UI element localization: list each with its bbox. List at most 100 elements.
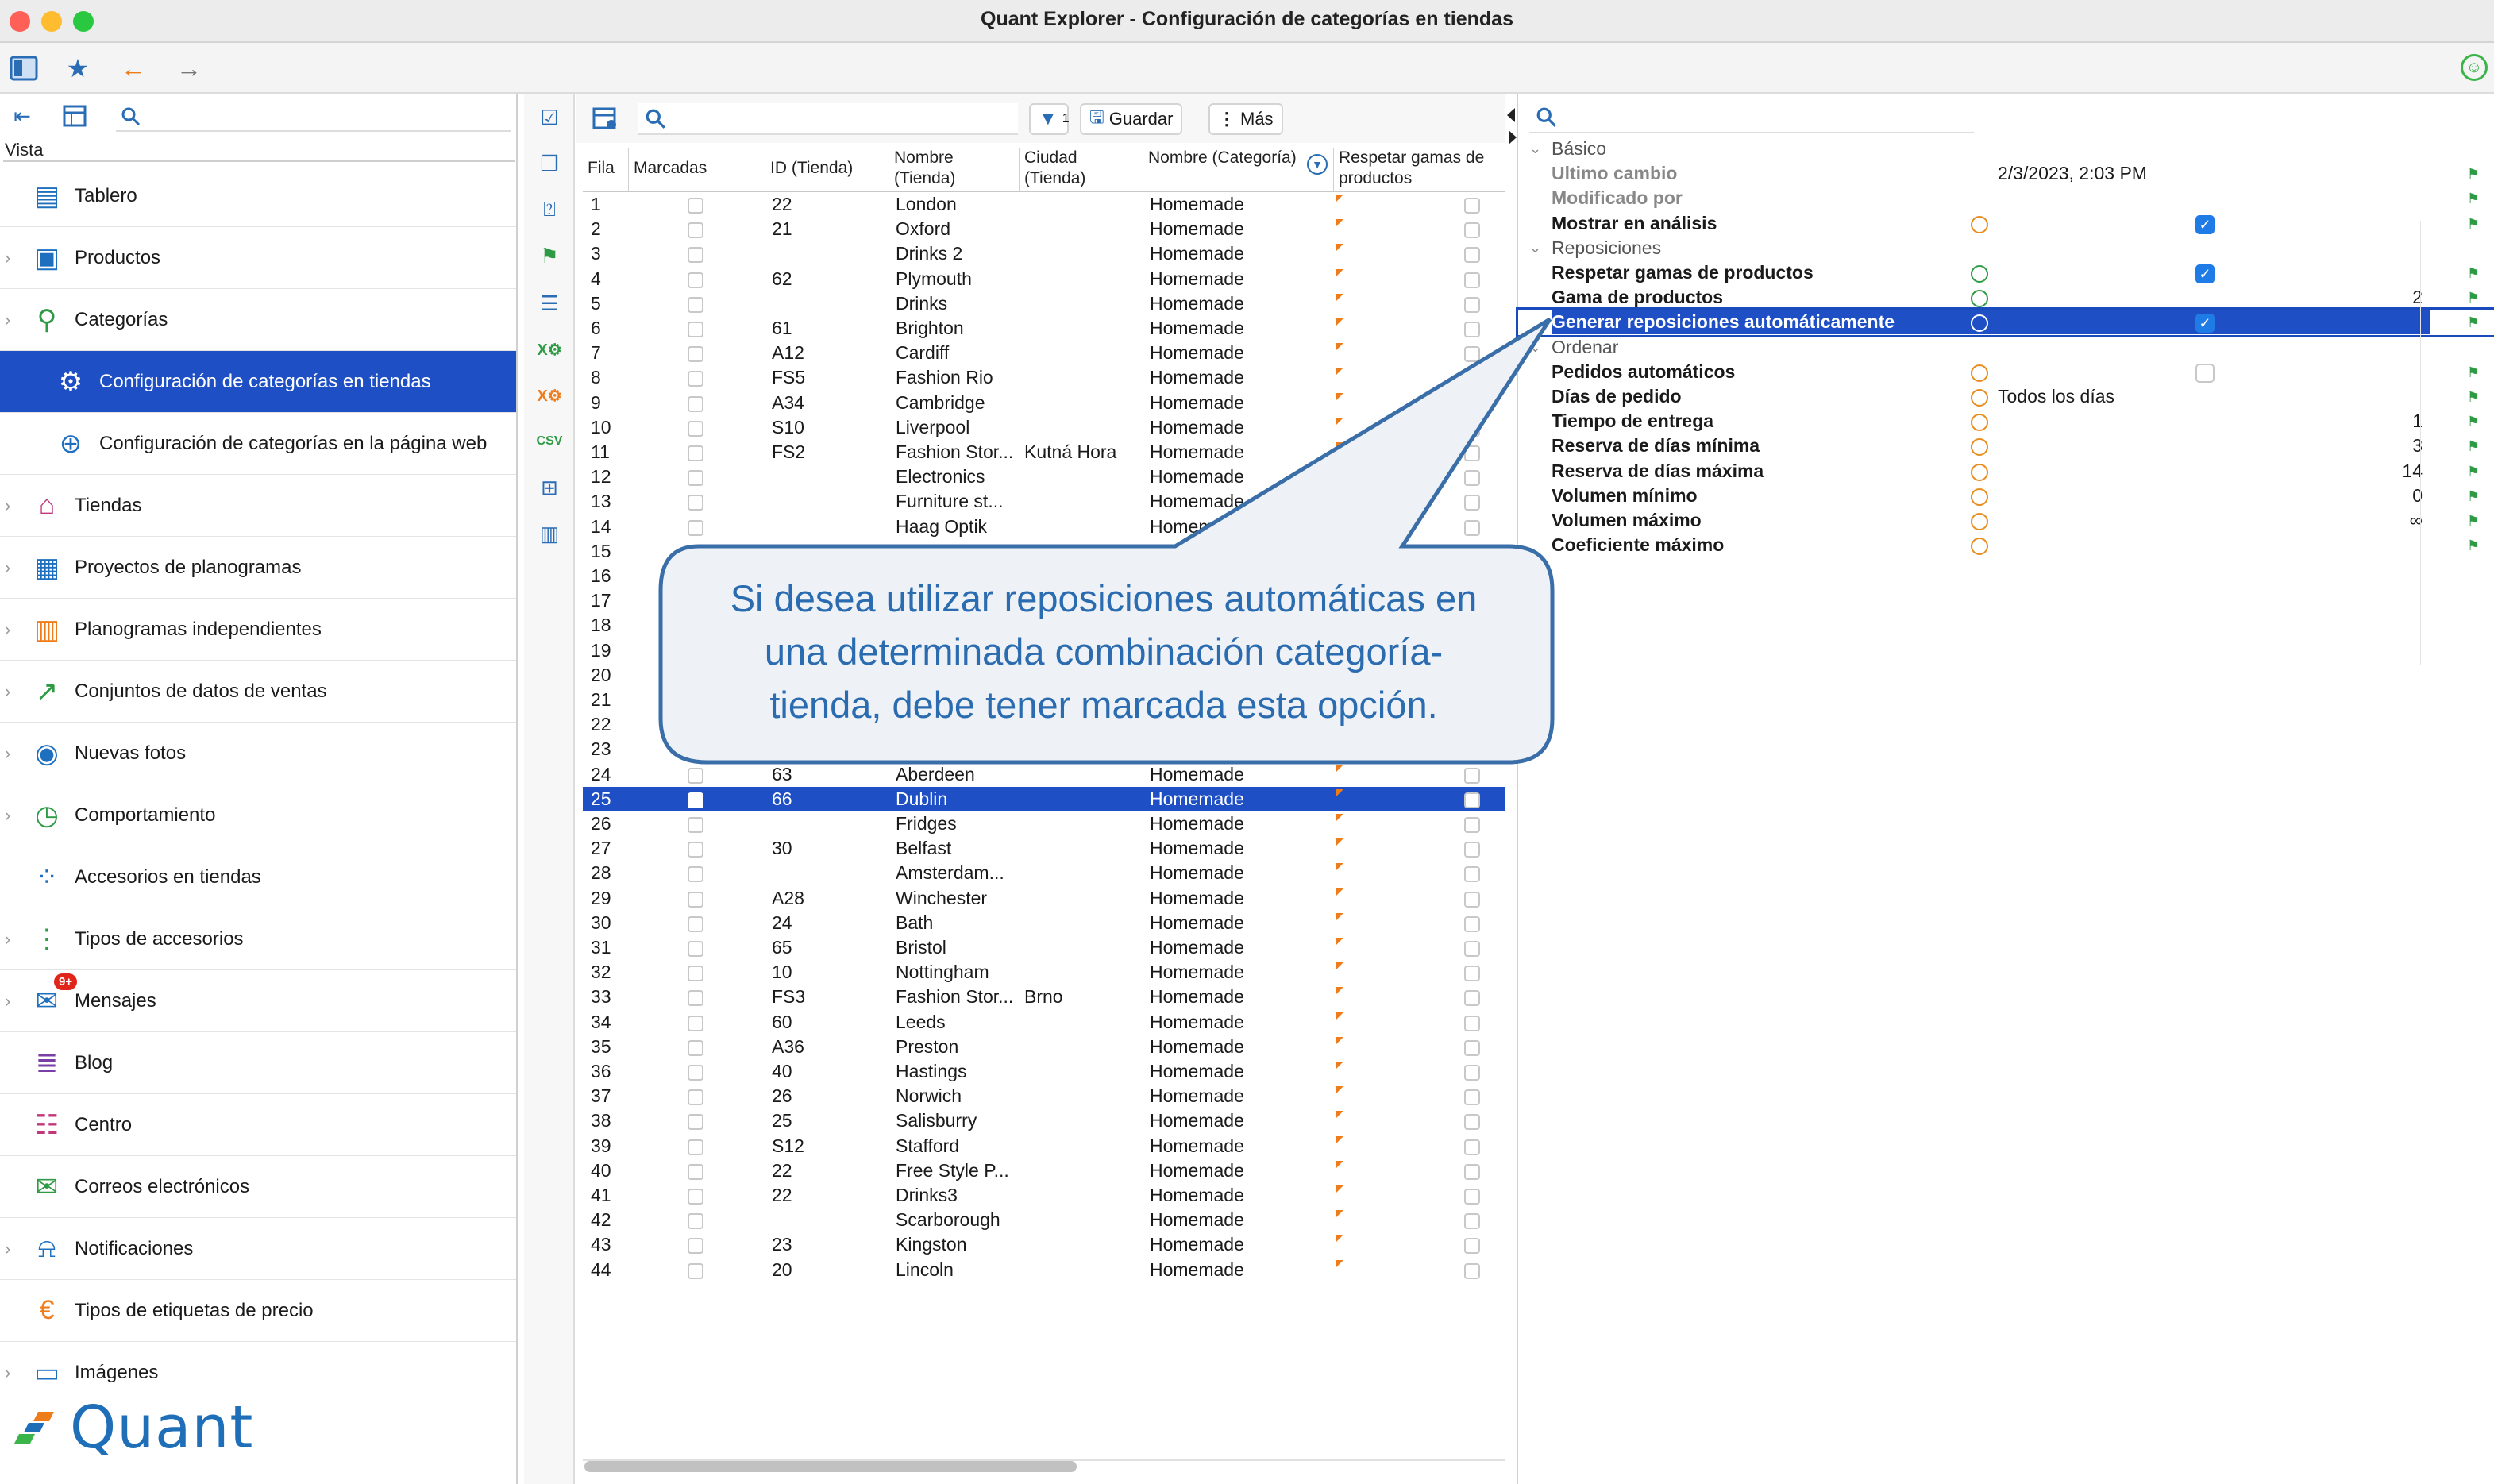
table-row[interactable]: 36 40 Hastings Homemade: [583, 1059, 1505, 1084]
marked-checkbox[interactable]: [688, 1089, 703, 1106]
property-row[interactable]: Generar reposiciones automáticamente ✓ ⚑: [1516, 307, 2494, 337]
table-row[interactable]: 23: [583, 737, 1505, 761]
sidebar-item-bell[interactable]: › ⍾ Notificaciones: [0, 1218, 516, 1280]
collapse-tree-icon[interactable]: ⇤: [6, 100, 38, 132]
apply-flag-icon[interactable]: ⚑: [2467, 216, 2483, 232]
marked-checkbox[interactable]: [688, 1189, 703, 1205]
apply-flag-icon[interactable]: ⚑: [2467, 191, 2483, 206]
chevron-right-icon[interactable]: ›: [5, 991, 10, 1012]
marked-checkbox[interactable]: [688, 767, 703, 784]
override-value-icon[interactable]: [1971, 463, 1988, 481]
chevron-down-icon[interactable]: ⌄: [1529, 137, 1541, 161]
property-number-value[interactable]: 2: [2412, 285, 2423, 310]
table-row[interactable]: 38 25 Salisburry Homemade: [583, 1108, 1505, 1133]
marked-checkbox[interactable]: [688, 817, 703, 833]
respect-ranges-checkbox[interactable]: [1464, 966, 1480, 982]
property-row[interactable]: Volumen máximo ∞ ⚑: [1518, 508, 2494, 533]
marked-checkbox[interactable]: [688, 198, 703, 214]
override-value-icon[interactable]: [1971, 513, 1988, 530]
marked-checkbox[interactable]: [688, 272, 703, 288]
property-value[interactable]: 2/3/2023, 2:03 PM: [1998, 161, 2147, 186]
sidebar-item-globe-gear[interactable]: ⊕ Configuración de categorías en la págin…: [0, 413, 516, 475]
save-button[interactable]: 🖫 Guardar: [1080, 103, 1183, 135]
respect-ranges-checkbox[interactable]: [1464, 247, 1480, 264]
table-row[interactable]: 32 10 Nottingham Homemade: [583, 960, 1505, 985]
respect-ranges-checkbox[interactable]: [1464, 792, 1480, 808]
back-arrow-icon[interactable]: ←: [118, 52, 149, 84]
property-checkbox[interactable]: ✓: [2195, 314, 2215, 333]
table-row[interactable]: 42 Scarborough Homemade: [583, 1208, 1505, 1232]
collapse-right-arrow-icon[interactable]: [1509, 130, 1517, 145]
override-value-icon[interactable]: [1971, 414, 1988, 432]
respect-ranges-checkbox[interactable]: [1464, 495, 1480, 511]
sidebar-search-input[interactable]: [116, 102, 511, 132]
column-header-row-number[interactable]: Fila: [583, 148, 629, 191]
respect-ranges-checkbox[interactable]: [1464, 767, 1480, 784]
table-row[interactable]: 3 Drinks 2 Homemade: [583, 241, 1505, 266]
sidebar-item-sales-data[interactable]: › ↗ Conjuntos de datos de ventas: [0, 661, 516, 723]
marked-checkbox[interactable]: [688, 1213, 703, 1230]
chevron-down-icon[interactable]: ⌄: [1529, 335, 1541, 360]
table-row[interactable]: 10 S10 Liverpool Homemade: [583, 415, 1505, 440]
property-row[interactable]: Tiempo de entrega 1 ⚑: [1518, 409, 2494, 434]
chevron-right-icon[interactable]: ›: [5, 310, 10, 330]
respect-ranges-checkbox[interactable]: [1464, 222, 1480, 239]
marked-checkbox[interactable]: [688, 1262, 703, 1279]
override-value-icon[interactable]: [1971, 538, 1988, 556]
sidebar-item-clock[interactable]: › ◷ Comportamiento: [0, 784, 516, 846]
sidebar-item-store[interactable]: › ⌂ Tiendas: [0, 475, 516, 537]
column-header-store-id[interactable]: ID (Tienda): [765, 148, 889, 191]
toggle-sidebar-icon[interactable]: [8, 52, 40, 84]
apply-flag-icon[interactable]: ⚑: [2467, 314, 2483, 330]
table-row[interactable]: 25 66 Dublin Homemade: [583, 786, 1505, 811]
respect-ranges-checkbox[interactable]: [1464, 891, 1480, 908]
table-row[interactable]: 12 Electronics Homemade: [583, 464, 1505, 489]
sidebar-item-image[interactable]: › ▭ Imágenes: [0, 1342, 516, 1382]
chevron-down-icon[interactable]: ⌄: [1529, 236, 1541, 260]
apply-flag-icon[interactable]: ⚑: [2467, 538, 2483, 553]
apply-flag-icon[interactable]: ⚑: [2467, 364, 2483, 380]
table-row[interactable]: 9 A34 Cambridge Homemade: [583, 391, 1505, 415]
property-row[interactable]: Volumen mínimo 0 ⚑: [1518, 484, 2494, 508]
chevron-right-icon[interactable]: ›: [5, 495, 10, 516]
marked-checkbox[interactable]: [688, 966, 703, 982]
copy-icon[interactable]: ❐: [535, 149, 564, 178]
csv-export-icon[interactable]: CSV: [535, 427, 564, 456]
apply-flag-icon[interactable]: ⚑: [2467, 290, 2483, 306]
feedback-smiley-icon[interactable]: ☺: [2461, 54, 2488, 81]
respect-ranges-checkbox[interactable]: [1464, 941, 1480, 957]
sidebar-item-mail[interactable]: ✉ Correos electrónicos: [0, 1156, 516, 1218]
sidebar-item-dashboard[interactable]: ▤ Tablero: [0, 165, 516, 227]
respect-ranges-checkbox[interactable]: [1464, 272, 1480, 288]
respect-ranges-checkbox[interactable]: [1464, 445, 1480, 461]
respect-ranges-checkbox[interactable]: [1464, 346, 1480, 363]
marked-checkbox[interactable]: [688, 247, 703, 264]
marked-checkbox[interactable]: [688, 1039, 703, 1056]
flag-icon[interactable]: ⚑: [535, 241, 564, 270]
marked-checkbox[interactable]: [688, 990, 703, 1007]
table-row[interactable]: 43 23 Kingston Homemade: [583, 1232, 1505, 1257]
marked-checkbox[interactable]: [688, 1238, 703, 1255]
respect-ranges-checkbox[interactable]: [1464, 395, 1480, 412]
marked-checkbox[interactable]: [688, 470, 703, 487]
sidebar-item-gear-store[interactable]: ⚙ Configuración de categorías en tiendas: [0, 351, 516, 413]
respect-ranges-checkbox[interactable]: [1464, 1139, 1480, 1155]
chevron-right-icon[interactable]: ›: [5, 248, 10, 268]
marked-checkbox[interactable]: [688, 322, 703, 337]
chevron-right-icon[interactable]: ›: [5, 557, 10, 578]
sidebar-item-camera[interactable]: › ◉ Nuevas fotos: [0, 723, 516, 784]
marked-checkbox[interactable]: [688, 371, 703, 387]
property-checkbox[interactable]: ✓: [2195, 264, 2215, 283]
apply-flag-icon[interactable]: ⚑: [2467, 265, 2483, 281]
marked-checkbox[interactable]: [688, 1065, 703, 1081]
marked-checkbox[interactable]: [688, 1114, 703, 1131]
respect-ranges-checkbox[interactable]: [1464, 1189, 1480, 1205]
table-row[interactable]: 33 FS3 Fashion Stor... Brno Homemade: [583, 985, 1505, 1009]
inherited-value-icon[interactable]: [1971, 265, 1988, 283]
table-row[interactable]: 15: [583, 539, 1505, 564]
chevron-right-icon[interactable]: ›: [5, 805, 10, 826]
inherited-value-icon[interactable]: [1971, 290, 1988, 308]
marked-checkbox[interactable]: [688, 866, 703, 883]
sidebar-item-accessories[interactable]: ⁘ Accesorios en tiendas: [0, 846, 516, 908]
sidebar-item-hierarchy[interactable]: › ⚲ Categorías: [0, 289, 516, 351]
